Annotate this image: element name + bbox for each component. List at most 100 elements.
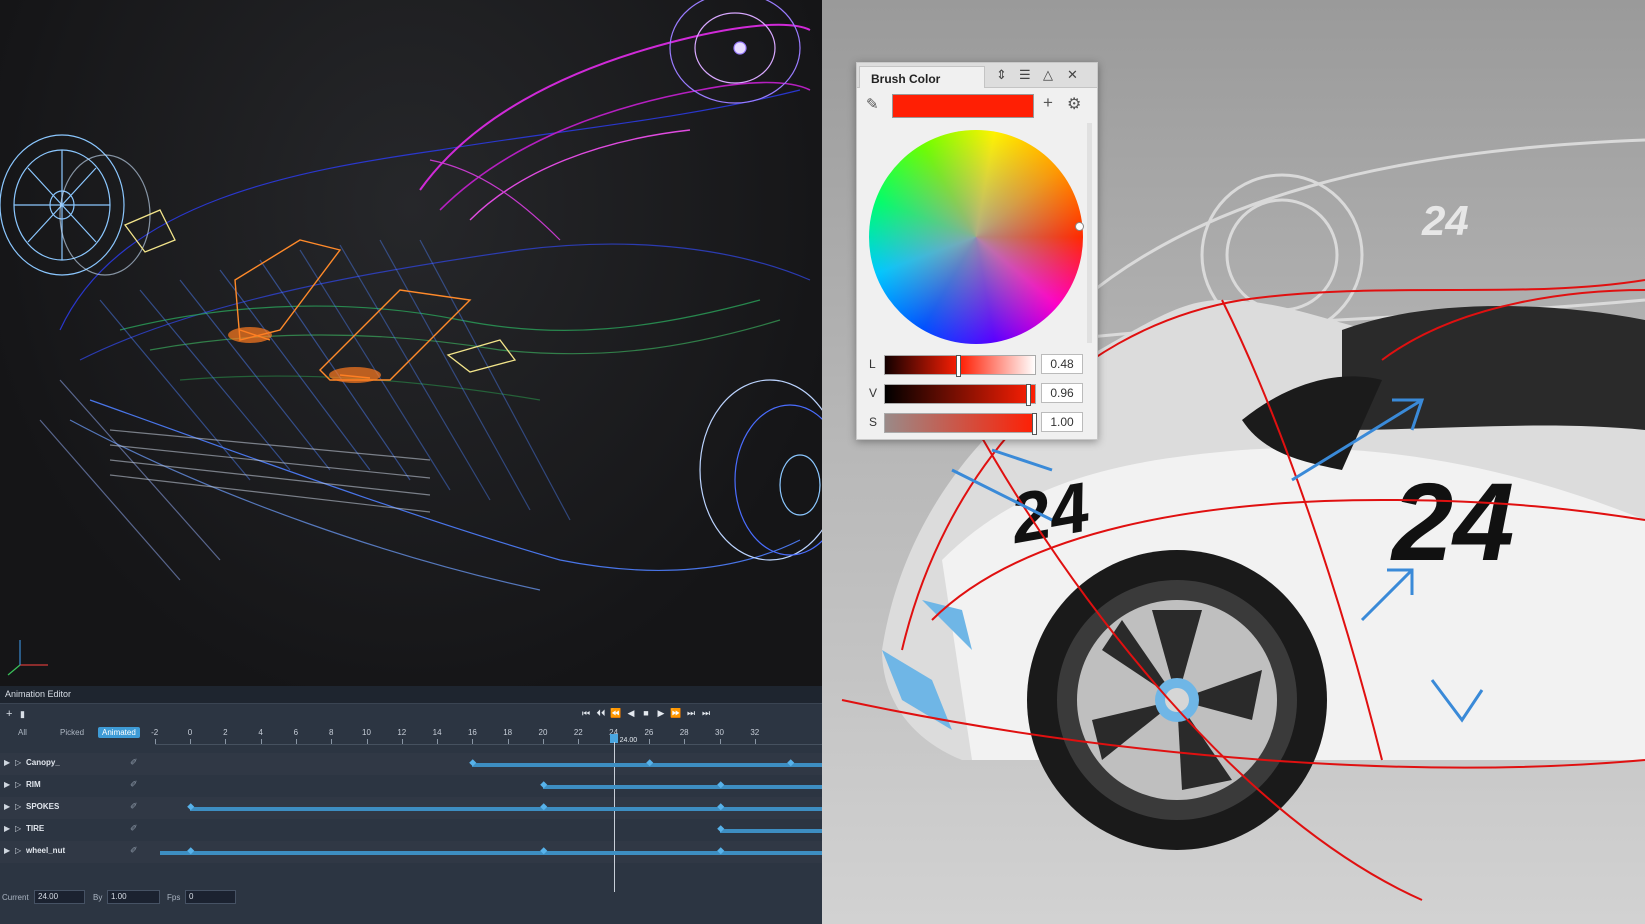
go-start-icon[interactable]: ⏮ <box>580 707 592 719</box>
ruler-tick-label: 12 <box>397 728 407 737</box>
expand-arrow-icon[interactable]: ▶ <box>4 824 10 833</box>
add-icon[interactable]: + <box>1043 93 1053 113</box>
slider-handle[interactable] <box>1026 384 1032 406</box>
ruler-tick-label: 8 <box>328 728 334 737</box>
track-name: TIRE <box>26 824 45 833</box>
prev-key-icon[interactable]: ⏴⏴ <box>595 707 607 719</box>
slider-label: S <box>869 415 878 429</box>
ruler-tick-mark <box>719 739 721 744</box>
delete-track-icon[interactable]: ▮ <box>20 709 25 720</box>
ruler-tick-label: -2 <box>151 728 159 737</box>
slider-handle[interactable] <box>955 355 961 377</box>
filter-picked-button[interactable]: Picked <box>56 727 88 738</box>
settings-icon[interactable]: ⚙ <box>1067 94 1081 114</box>
ruler-tick-mark <box>190 739 191 744</box>
track-toggle-icon[interactable]: ▷ <box>15 802 21 811</box>
ruler-tick-label: 16 <box>467 728 477 737</box>
play-icon[interactable]: ▶ <box>655 707 667 719</box>
expand-arrow-icon[interactable]: ▶ <box>4 802 10 811</box>
add-track-icon[interactable]: + <box>6 708 12 720</box>
transport-controls: ⏮ ⏴⏴ ⏪ ◀ ■ ▶ ⏩ ⏭ ⏭ <box>580 707 712 721</box>
pin-icon[interactable]: ✐ <box>130 801 138 812</box>
next-key-icon[interactable]: ⏭ <box>685 707 697 719</box>
left-pane: Animation Editor + ▮ ⏮ ⏴⏴ ⏪ ◀ ■ ▶ ⏩ ⏭ ⏭ All Pick… <box>0 0 822 924</box>
slider-track[interactable] <box>884 384 1036 406</box>
expand-arrow-icon[interactable]: ▶ <box>4 780 10 789</box>
ruler-tick-mark <box>754 739 756 744</box>
fps-label: Fps <box>167 893 181 902</box>
ruler-tick-label: 10 <box>362 728 371 737</box>
slider-value-field[interactable]: 0.96 <box>1041 383 1083 403</box>
by-label: By <box>93 893 103 902</box>
collapse-icon[interactable]: △ <box>1043 67 1053 83</box>
track-row[interactable]: ▶ ▷ Canopy_ ✐ <box>0 753 822 775</box>
brush-color-header: Brush Color ⇕ ☰ △ ✕ <box>857 63 1097 88</box>
ruler-tick-mark <box>684 739 686 744</box>
fps-input[interactable]: 0 <box>185 890 236 904</box>
slider-row-s: S 1.00 <box>857 411 1097 435</box>
play-back-icon[interactable]: ◀ <box>625 707 637 719</box>
track-bar[interactable] <box>719 829 822 833</box>
track-toggle-icon[interactable]: ▷ <box>15 780 21 789</box>
go-end-icon[interactable]: ⏭ <box>700 707 712 719</box>
track-bar[interactable] <box>190 807 822 811</box>
track-row[interactable]: ▶ ▷ wheel_nut ✐ <box>0 841 822 863</box>
color-wheel[interactable] <box>869 130 1083 344</box>
ruler-tick-label: 6 <box>293 728 299 737</box>
wireframe-viewport[interactable] <box>0 0 822 686</box>
rewind-icon[interactable]: ⏪ <box>610 707 622 719</box>
track-name: wheel_nut <box>26 846 66 855</box>
close-icon[interactable]: ✕ <box>1067 67 1078 83</box>
track-row[interactable]: ▶ ▷ SPOKES ✐ <box>0 797 822 819</box>
track-toggle-icon[interactable]: ▷ <box>15 758 21 767</box>
filter-all-button[interactable]: All <box>14 727 31 738</box>
track-toggle-icon[interactable]: ▷ <box>15 846 21 855</box>
ruler-tick-mark <box>543 739 544 744</box>
animation-editor-title: Animation Editor <box>5 689 72 699</box>
brush-color-tab[interactable]: Brush Color <box>859 66 985 88</box>
slider-handle[interactable] <box>1032 413 1037 435</box>
by-input[interactable]: 1.00 <box>107 890 160 904</box>
slider-label: L <box>869 357 876 371</box>
ruler-tick-mark <box>401 739 403 744</box>
slider-row-v: V 0.96 <box>857 382 1097 406</box>
ruler-tick-label: 32 <box>750 728 760 737</box>
expand-arrow-icon[interactable]: ▶ <box>4 846 10 855</box>
color-wheel-cursor[interactable] <box>1075 222 1084 231</box>
ruler-tick-mark <box>578 739 580 744</box>
pin-icon[interactable]: ✐ <box>130 845 138 856</box>
color-wheel-gradient <box>869 130 1083 344</box>
track-bar[interactable] <box>543 785 822 789</box>
pin-icon[interactable]: ✐ <box>130 823 138 834</box>
playhead-label: 24.00 <box>619 737 638 744</box>
menu-icon[interactable]: ☰ <box>1019 67 1031 83</box>
slider-value-field[interactable]: 0.48 <box>1041 354 1083 374</box>
ruler-tick-label: 22 <box>573 728 583 737</box>
track-row[interactable]: ▶ ▷ TIRE ✐ <box>0 819 822 841</box>
track-toggle-icon[interactable]: ▷ <box>15 824 21 833</box>
track-row[interactable]: ▶ ▷ RIM ✐ <box>0 775 822 797</box>
track-name: Canopy_ <box>26 758 60 767</box>
pin-icon[interactable]: ✐ <box>130 779 138 790</box>
expand-arrow-icon[interactable]: ▶ <box>4 758 10 767</box>
slider-track[interactable] <box>884 413 1037 435</box>
stop-icon[interactable]: ■ <box>640 707 652 719</box>
track-list: ▶ ▷ Canopy_ ✐ ▶ ▷ RIM ✐ ▶ ▷ SPOKES ✐ ▶ ▷ TIRE ✐ ▶ ▷ wheel_… <box>0 753 822 873</box>
eyedropper-icon[interactable]: ✎ <box>866 95 879 113</box>
panel-scrollbar[interactable] <box>1087 123 1092 343</box>
brush-color-title: Brush Color <box>871 72 941 86</box>
animation-editor-titlebar: Animation Editor <box>0 686 822 704</box>
slider-track[interactable] <box>884 355 1036 377</box>
pin-icon[interactable]: ✐ <box>130 757 138 768</box>
brush-color-panel: Brush Color ⇕ ☰ △ ✕ ✎ + ⚙ L 0.48 V 0.96 S 1.0… <box>856 62 1098 440</box>
slider-row-l: L 0.48 <box>857 353 1097 377</box>
ruler-tick-mark <box>507 739 509 744</box>
current-input[interactable]: 24.00 <box>34 890 85 904</box>
slider-value-field[interactable]: 1.00 <box>1041 412 1083 432</box>
current-color-swatch[interactable] <box>892 94 1034 118</box>
track-name: RIM <box>26 780 41 789</box>
fast-forward-icon[interactable]: ⏩ <box>670 707 682 719</box>
filter-animated-button[interactable]: Animated <box>98 727 140 738</box>
timeline-ruler[interactable]: -2 0 2 4 6 8 10 12 14 16 18 20 22 24 26 28 30 32 <box>151 724 822 745</box>
pin-icon[interactable]: ⇕ <box>996 67 1007 83</box>
